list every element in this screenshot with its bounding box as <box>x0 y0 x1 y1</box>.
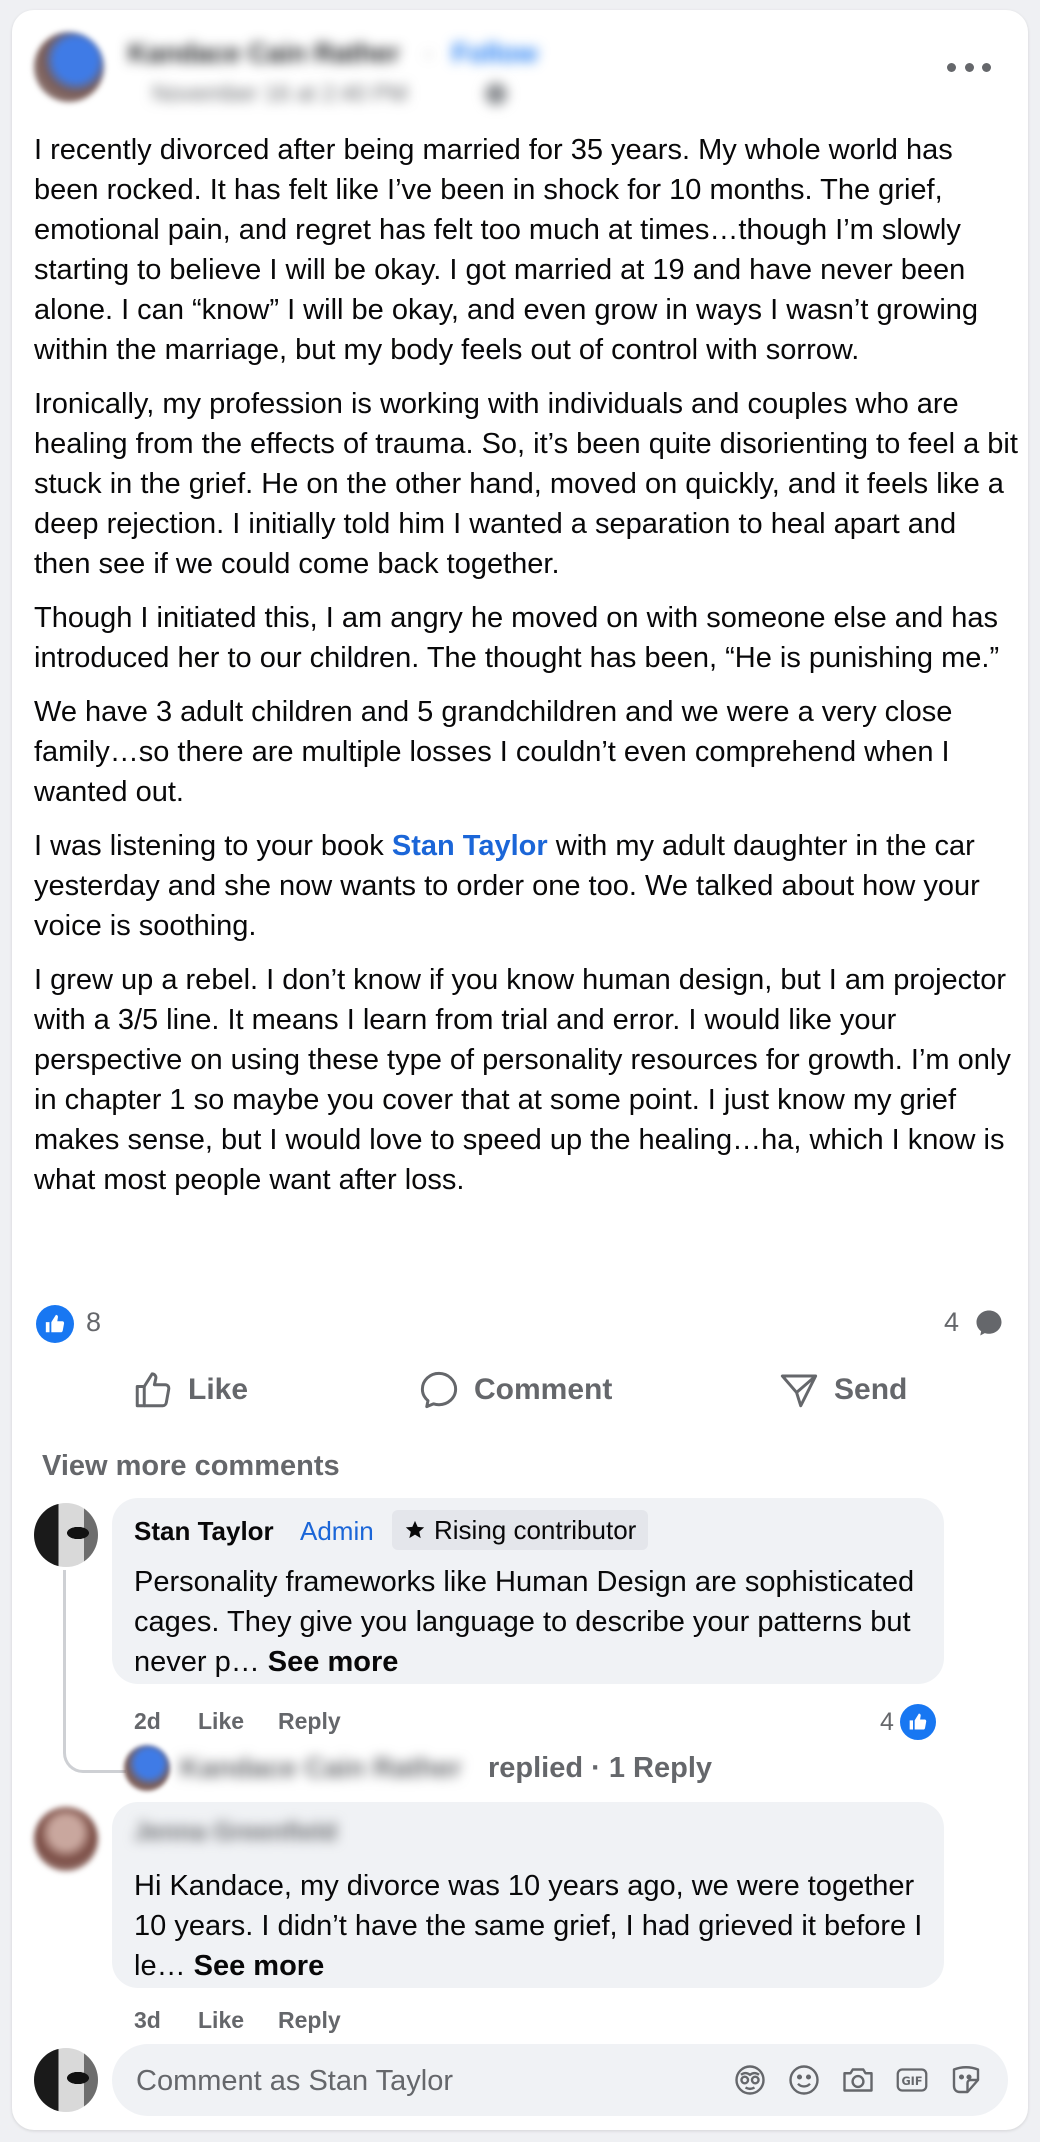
star-icon <box>405 1520 425 1539</box>
reply-author[interactable]: Kandace Cain Rather <box>180 1752 462 1784</box>
comment-bubble-icon <box>974 1308 1004 1343</box>
header-separator: · <box>424 38 433 68</box>
badge-label: Rising contributor <box>434 1514 637 1545</box>
sticker-icon[interactable] <box>948 2062 984 2098</box>
comment-time[interactable]: 3d <box>134 2007 161 2034</box>
send-label: Send <box>834 1373 908 1406</box>
post-paragraph: Ironically, my profession is working wit… <box>34 388 1018 580</box>
more-dot-icon <box>982 62 991 72</box>
comment-author[interactable]: Stan Taylor <box>134 1516 274 1547</box>
view-replies-link[interactable]: replied · 1 Reply <box>488 1752 712 1785</box>
more-dot-icon <box>964 62 974 72</box>
comment-text: Personality frameworks like Human Design… <box>134 1562 934 1682</box>
comment-reply-button[interactable]: Reply <box>278 2007 341 2034</box>
paragraph-text: I was listening to your book <box>34 830 392 862</box>
see-more-link[interactable]: See more <box>194 1950 325 1982</box>
author-avatar[interactable] <box>34 32 104 102</box>
comment-author[interactable]: Jenna Greenfield <box>134 1818 337 1847</box>
rising-contributor-badge[interactable]: Rising contributor <box>392 1510 649 1550</box>
comment-time[interactable]: 2d <box>134 1708 161 1735</box>
like-reaction-icon[interactable] <box>36 1305 74 1343</box>
comment-text: Hi Kandace, my divorce was 10 years ago,… <box>134 1866 924 1986</box>
comment-label: Comment <box>474 1373 613 1406</box>
post-paragraph: Though I initiated this, I am angry he m… <box>34 602 1000 674</box>
comment-count[interactable]: 4 <box>944 1307 959 1338</box>
reaction-count[interactable]: 8 <box>86 1307 101 1338</box>
like-reaction-icon[interactable] <box>898 1702 938 1742</box>
post-paragraph: I recently divorced after being married … <box>34 134 979 366</box>
comment-like-button[interactable]: Like <box>198 2007 244 2034</box>
gif-icon[interactable]: GIF <box>894 2062 930 2098</box>
composer-avatar[interactable] <box>34 2048 98 2112</box>
post-card: Kandace Cain Rather · Follow November 16… <box>12 10 1028 2130</box>
reply-avatar[interactable] <box>124 1745 170 1791</box>
admin-label: Admin <box>300 1516 374 1546</box>
see-more-link[interactable]: See more <box>268 1646 399 1678</box>
comment-icon <box>420 1371 458 1409</box>
comment-input[interactable] <box>134 2044 638 2118</box>
like-label: Like <box>188 1373 249 1406</box>
post-paragraph: I was listening to your book Stan Taylor… <box>34 826 1019 946</box>
svg-text:GIF: GIF <box>901 2075 922 2088</box>
comment-body: Personality frameworks like Human Design… <box>134 1566 915 1678</box>
commenter-avatar[interactable] <box>34 1503 98 1567</box>
emoji-icon[interactable] <box>786 2062 822 2098</box>
post-paragraph: We have 3 adult children and 5 grandchil… <box>34 696 953 808</box>
post-timestamp[interactable]: November 16 at 2:40 PM <box>152 80 408 107</box>
audience-globe-icon <box>485 83 507 105</box>
comment-reaction-count[interactable]: 4 <box>880 1708 894 1737</box>
camera-icon[interactable] <box>840 2062 876 2098</box>
comment-reply-button[interactable]: Reply <box>278 1708 341 1735</box>
more-dot-icon <box>947 62 956 72</box>
commenter-avatar[interactable] <box>34 1807 98 1871</box>
follow-button[interactable]: Follow <box>452 38 537 69</box>
comment-button[interactable]: Comment <box>418 1355 612 1425</box>
thumbs-up-icon <box>135 1372 171 1408</box>
more-options-button[interactable] <box>947 55 991 79</box>
comment-like-button[interactable]: Like <box>198 1708 244 1735</box>
author-name[interactable]: Kandace Cain Rather <box>128 38 400 69</box>
post-body: I recently divorced after being married … <box>34 130 1019 1214</box>
like-button[interactable]: Like <box>132 1355 248 1425</box>
comment-composer: GIF <box>112 2044 1008 2118</box>
post-paragraph: I grew up a rebel. I don’t know if you k… <box>34 964 1011 1196</box>
avatar-sticker-icon[interactable] <box>732 2062 768 2098</box>
mention-link[interactable]: Stan Taylor <box>392 830 548 862</box>
send-icon <box>780 1374 818 1408</box>
view-more-comments-link[interactable]: View more comments <box>42 1450 340 1483</box>
send-button[interactable]: Send <box>778 1355 907 1425</box>
